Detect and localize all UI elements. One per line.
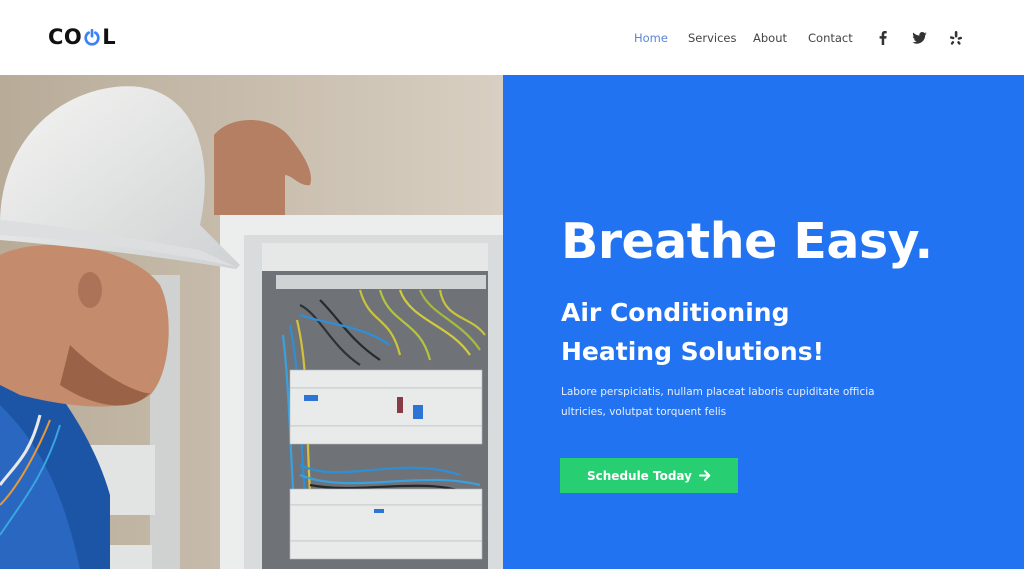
hero-subheadline: Air Conditioning Heating Solutions!	[561, 293, 981, 371]
description-line: ultricies, volutpat torquent felis	[561, 406, 727, 418]
logo-text-suffix: L	[102, 25, 117, 49]
subheadline-line: Heating Solutions!	[561, 337, 824, 366]
twitter-link[interactable]	[911, 30, 927, 46]
facebook-link[interactable]	[875, 30, 891, 46]
nav-services[interactable]: Services	[688, 31, 737, 45]
hero-description: Labore perspiciatis, nullam placeat labo…	[561, 382, 901, 422]
power-icon	[83, 28, 101, 46]
hero-headline: Breathe Easy.	[561, 213, 933, 270]
twitter-icon	[911, 32, 927, 44]
logo-text-prefix: CO	[48, 25, 83, 49]
nav-about[interactable]: About	[753, 31, 787, 45]
cta-label: Schedule Today	[587, 468, 692, 483]
arrow-right-icon	[698, 470, 711, 481]
subheadline-line: Air Conditioning	[561, 298, 790, 327]
schedule-today-button[interactable]: Schedule Today	[560, 458, 738, 493]
description-line: Labore perspiciatis, nullam placeat labo…	[561, 386, 875, 398]
yelp-icon	[950, 31, 962, 45]
nav-contact[interactable]: Contact	[808, 31, 853, 45]
hero-image	[0, 75, 503, 569]
logo[interactable]: CO L	[48, 25, 116, 49]
yelp-link[interactable]	[948, 30, 964, 46]
nav-home[interactable]: Home	[634, 31, 668, 45]
site-header: CO L Home Services About Contact	[0, 0, 1024, 75]
facebook-icon	[879, 31, 887, 45]
